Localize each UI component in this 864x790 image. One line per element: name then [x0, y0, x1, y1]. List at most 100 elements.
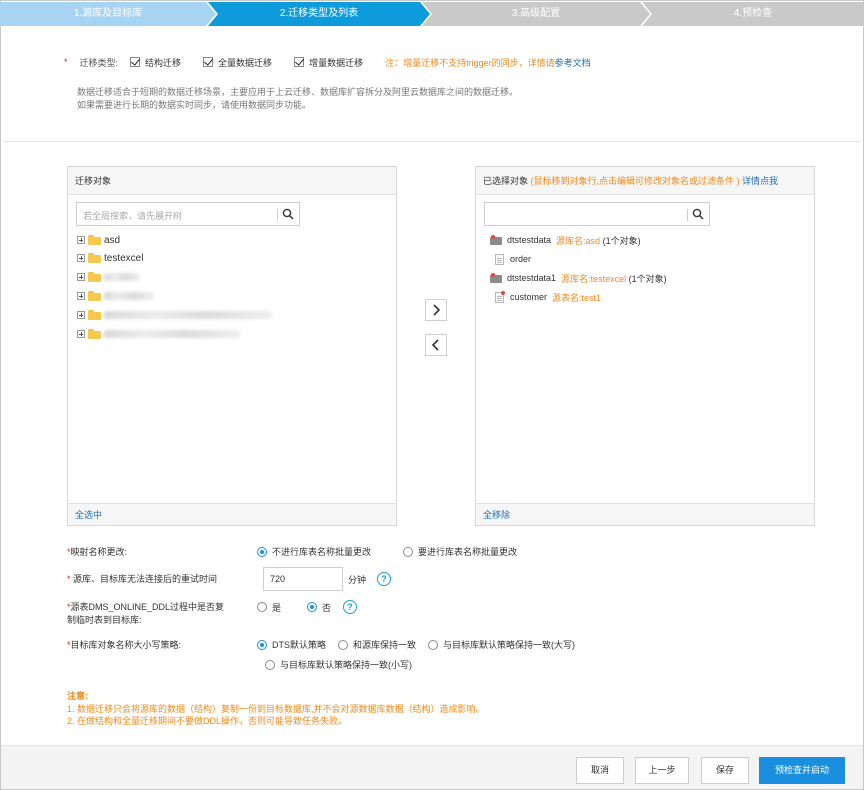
- rename-options: 不进行库表名称批量更改 要进行库表名称批量更改: [257, 545, 529, 558]
- case-row: * 目标库对象名称大小写策略:: [67, 639, 182, 651]
- source-objects-panel: 迁移对象 若全局搜索，请先展开树 asd testexcel 全选中: [67, 166, 397, 526]
- rename-row: * 映射名称更改:: [67, 546, 128, 558]
- reference-doc-link[interactable]: 参考文档: [555, 56, 591, 69]
- expand-icon[interactable]: [77, 292, 85, 300]
- radio-rename[interactable]: 要进行库表名称批量更改: [403, 545, 517, 558]
- selected-search-input[interactable]: [484, 202, 710, 226]
- checkbox-checked-icon[interactable]: [203, 57, 214, 67]
- cancel-button[interactable]: 取消: [576, 757, 624, 784]
- radio-selected-icon[interactable]: [307, 602, 318, 612]
- retry-unit: 分钟: [348, 574, 367, 585]
- tree-item-redacted[interactable]: [77, 270, 140, 284]
- tree-item-redacted[interactable]: [77, 289, 154, 303]
- checkbox-full-data-migration[interactable]: 全量数据迁移: [203, 56, 272, 69]
- folder-icon: [88, 310, 101, 320]
- tree-item-redacted[interactable]: [77, 308, 272, 322]
- precheck-start-button[interactable]: 预检查并启动: [759, 757, 845, 784]
- step-1-source-target[interactable]: 1.源库及目标库: [0, 2, 216, 26]
- source-panel-title: 迁移对象: [68, 167, 396, 195]
- expand-icon[interactable]: [77, 254, 85, 262]
- folder-icon: [88, 329, 101, 339]
- save-button[interactable]: 保存: [701, 757, 749, 784]
- help-icon[interactable]: ?: [343, 600, 358, 614]
- note-line-2: 2. 在做结构和全量迁移期间不要做DDL操作，否则可能导致任务失败。: [67, 716, 348, 726]
- checkbox-incremental-migration[interactable]: 增量数据迁移: [294, 56, 363, 69]
- radio-unselected-icon[interactable]: [338, 639, 349, 650]
- checkbox-checked-icon[interactable]: [294, 57, 305, 67]
- radio-unselected-icon[interactable]: [257, 602, 267, 612]
- note-line-1: 1. 数据迁移只会将源库的数据（结构）复制一份到目标数据库,并不会对源数据库数据…: [67, 703, 485, 714]
- folder-icon: [88, 272, 101, 282]
- migration-type-label: 迁移类型:: [79, 57, 119, 68]
- notes-title: 注意:: [67, 691, 88, 701]
- migration-description: 数据迁移适合于短期的数据迁移场景，主要应用于上云迁移、数据库扩容拆分及阿里云数据…: [77, 87, 519, 110]
- radio-unselected-icon[interactable]: [265, 659, 275, 670]
- radio-unselected-icon[interactable]: [403, 546, 414, 557]
- ddl-row-label: *源表DMS_ONLINE_DDL过程中是否复 制临时表到目标库:: [67, 602, 225, 625]
- retry-label: 源库、目标库无法连接后的重试时间: [73, 574, 218, 584]
- case-options: DTS默认策略 和源库保持一致 与目标库默认策略保持一致(大写): [257, 638, 587, 651]
- database-icon: [490, 273, 502, 283]
- radio-case-target-lower[interactable]: 与目标库默认策略保持一致(小写): [265, 658, 412, 671]
- radio-ddl-no[interactable]: 否: [307, 601, 331, 614]
- redacted-text: [104, 292, 154, 300]
- table-icon: [495, 253, 504, 265]
- ddl-options: 是 否 ?: [257, 600, 358, 614]
- redacted-text: [104, 273, 140, 281]
- incremental-note: 注：增量迁移不支持trigger的同步，详情请: [385, 57, 555, 68]
- case-label: 目标库对象名称大小写策略:: [70, 640, 182, 650]
- checkbox-schema-migration[interactable]: 结构迁移: [130, 56, 181, 69]
- redacted-text: [104, 311, 272, 319]
- details-link[interactable]: 详情点我: [742, 176, 778, 186]
- search-icon[interactable]: [692, 208, 704, 220]
- selected-item-order[interactable]: order: [495, 252, 531, 266]
- selected-item-dtstestdata[interactable]: dtstestdata 源库名:asd (1个对象): [490, 233, 641, 247]
- radio-no-rename[interactable]: 不进行库表名称批量更改: [257, 545, 371, 558]
- tree-item-redacted[interactable]: [77, 327, 240, 341]
- search-icon[interactable]: [282, 208, 294, 220]
- previous-step-button[interactable]: 上一步: [635, 757, 689, 784]
- move-right-button[interactable]: [425, 299, 447, 321]
- case-options-line2: 与目标库默认策略保持一致(小写): [265, 658, 424, 671]
- tree-item-asd[interactable]: asd: [77, 233, 120, 247]
- radio-ddl-yes[interactable]: 是: [257, 601, 281, 614]
- chevron-left-icon: [431, 339, 439, 351]
- tree-item-testexcel[interactable]: testexcel: [77, 251, 143, 265]
- radio-selected-icon[interactable]: [257, 546, 267, 557]
- folder-icon: [88, 235, 101, 245]
- expand-icon[interactable]: [77, 236, 85, 244]
- step-progress-bar: 1.源库及目标库 2.迁移类型及列表 3.高级配置 4.预检查: [0, 0, 864, 28]
- step-4-precheck[interactable]: 4.预检查: [642, 2, 864, 26]
- checkbox-checked-icon[interactable]: [130, 57, 141, 67]
- radio-unselected-icon[interactable]: [428, 639, 439, 650]
- radio-selected-icon[interactable]: [257, 639, 267, 650]
- table-icon: [495, 290, 505, 303]
- radio-case-target-upper[interactable]: 与目标库默认策略保持一致(大写): [428, 638, 575, 651]
- move-left-button[interactable]: [425, 334, 447, 356]
- remove-all-link[interactable]: 全移除: [476, 503, 814, 525]
- selected-panel-title: 已选择对象 (鼠标移到对象行,点击编辑可修改对象名或过滤条件 ) 详情点我: [476, 167, 814, 195]
- expand-icon[interactable]: [77, 311, 85, 319]
- selected-item-dtstestdata1[interactable]: dtstestdata1 源库名:testexcel (1个对象): [490, 271, 667, 285]
- chevron-right-icon: [433, 304, 441, 316]
- redacted-text: [104, 330, 240, 338]
- help-icon[interactable]: ?: [377, 572, 392, 586]
- notes-section: 注意: 1. 数据迁移只会将源库的数据（结构）复制一份到目标数据库,并不会对源数…: [67, 690, 485, 728]
- selected-objects-panel: 已选择对象 (鼠标移到对象行,点击编辑可修改对象名或过滤条件 ) 详情点我 dt…: [475, 166, 815, 526]
- retry-time-input[interactable]: 720: [263, 567, 343, 591]
- radio-case-same-as-source[interactable]: 和源库保持一致: [338, 638, 416, 651]
- expand-icon[interactable]: [77, 273, 85, 281]
- rename-label: 映射名称更改:: [70, 547, 128, 557]
- radio-case-dts-default[interactable]: DTS默认策略: [257, 638, 326, 651]
- folder-icon: [88, 291, 101, 301]
- expand-icon[interactable]: [77, 330, 85, 338]
- step-2-migration-type[interactable]: 2.迁移类型及列表: [208, 2, 430, 26]
- select-all-link[interactable]: 全选中: [68, 503, 396, 525]
- source-search-input[interactable]: 若全局搜索，请先展开树: [76, 202, 300, 226]
- selected-item-customer[interactable]: customer 源表名:test1: [495, 290, 601, 304]
- step-3-advanced-config[interactable]: 3.高级配置: [422, 2, 650, 26]
- folder-icon: [88, 253, 101, 263]
- retry-controls: 720 分钟 ?: [263, 567, 392, 591]
- migration-type-row: * 迁移类型: 结构迁移 全量数据迁移 增量数据迁移 注：增量迁移不支持trig…: [64, 55, 591, 69]
- footer-bar: 取消 上一步 保存 预检查并启动: [1, 745, 863, 789]
